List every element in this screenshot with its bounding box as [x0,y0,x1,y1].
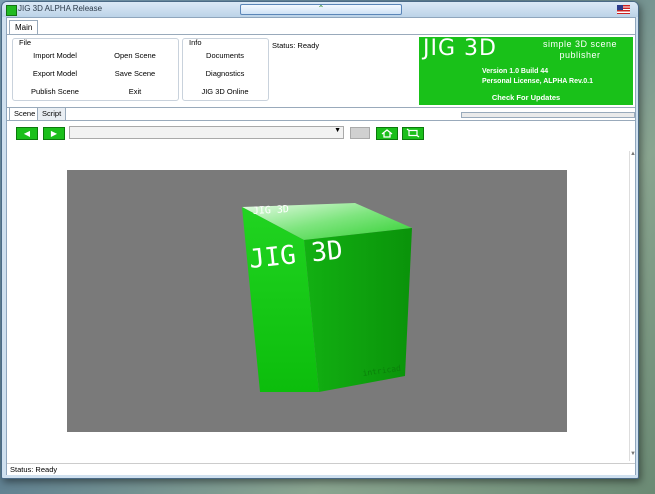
client-area: Main File Import Model Open Scene Export… [6,17,636,475]
exit-button[interactable]: Exit [95,87,175,96]
tab-scene[interactable]: Scene [9,107,41,120]
version-text: Version 1.0 Build 44 [482,68,549,75]
tab-main[interactable]: Main [9,20,39,35]
check-updates-link[interactable]: Check For Updates [419,93,633,102]
app-window: JIG 3D ALPHA Release ⌃ Main File Import … [1,1,639,479]
save-scene-button[interactable]: Save Scene [95,69,175,78]
documents-button[interactable]: Documents [185,51,265,60]
status-text: Status: Ready [10,465,58,474]
info-group: Info Documents Diagnostics JIG 3D Online [182,38,269,101]
home-view-button[interactable] [376,127,398,140]
file-group-label: File [19,38,32,47]
status-bar: Status: Ready [7,463,635,475]
scroll-down-icon[interactable]: ▼ [630,451,636,457]
app-icon [6,5,17,16]
open-scene-button[interactable]: Open Scene [95,51,175,60]
ribbon-status-text: Status: Ready [272,41,320,50]
vertical-scrollbar[interactable]: ▲ ▼ [629,151,636,461]
tab-script[interactable]: Script [37,107,67,120]
home-icon [381,129,393,138]
fit-view-button[interactable] [402,127,424,140]
publish-scene-button[interactable]: Publish Scene [15,87,95,96]
title-bar[interactable]: JIG 3D ALPHA Release ⌃ [2,2,638,17]
ribbon-collapse-button[interactable]: ⌃ [240,4,402,15]
color-swatch-button[interactable] [350,127,370,139]
jig3d-online-button[interactable]: JIG 3D Online [185,87,265,96]
license-text: Personal License, ALPHA Rev.0.1 [482,78,594,85]
us-flag-icon[interactable] [617,5,630,14]
ribbon-body: File Import Model Open Scene Export Mode… [7,34,635,108]
progress-strip [461,112,635,118]
previous-scene-button[interactable]: ◀ [16,127,38,140]
3d-viewport[interactable]: JIG 3D JIG 3D intricad [67,170,567,432]
diagnostics-button[interactable]: Diagnostics [185,69,265,78]
logo-subtitle: simple 3D scene publisher [542,39,618,60]
scroll-up-icon[interactable]: ▲ [630,151,636,157]
chevron-down-icon[interactable]: ▼ [334,127,341,134]
ribbon: Main File Import Model Open Scene Export… [7,18,635,108]
cube-top-text: JIG 3D [253,204,290,217]
scene-select[interactable]: ▼ [69,126,344,139]
brand-logo-panel: JIG 3D simple 3D scene publisher Version… [419,36,633,105]
next-scene-button[interactable]: ▶ [43,127,65,140]
import-model-button[interactable]: Import Model [15,51,95,60]
logo-version: Version 1.0 Build 44 Personal License, A… [482,67,593,87]
fit-view-icon [406,128,420,138]
export-model-button[interactable]: Export Model [15,69,95,78]
logo-title: JIG 3D [423,36,497,61]
scene-toolbar: ◀ ▶ ▼ [7,121,635,147]
cube-render: JIG 3D JIG 3D intricad [242,203,412,392]
info-group-label: Info [189,38,202,47]
file-group: File Import Model Open Scene Export Mode… [12,38,179,101]
window-title: JIG 3D ALPHA Release [18,4,103,13]
